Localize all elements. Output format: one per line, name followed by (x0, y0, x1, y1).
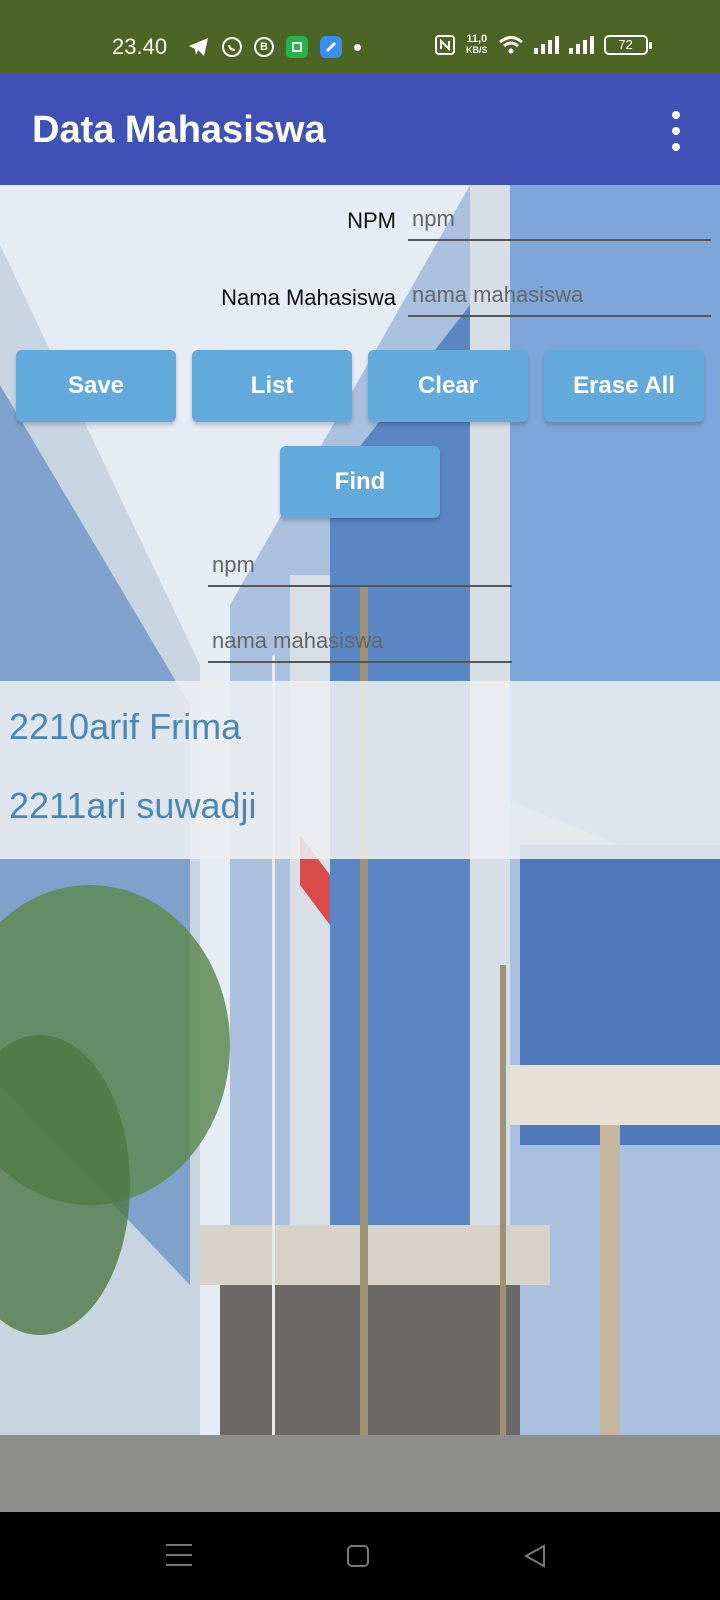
system-icons: 11,0 KB/S 72 (434, 34, 652, 56)
status-time: 23.40 (112, 34, 168, 59)
nama-mahasiswa-label: Nama Mahasiswa (221, 285, 396, 310)
app-bar: Data Mahasiswa (0, 73, 720, 185)
clear-button[interactable]: Clear (368, 350, 528, 422)
app-blue-icon (320, 36, 342, 58)
find-nama-mahasiswa-input[interactable] (208, 621, 512, 663)
back-icon[interactable] (522, 1543, 548, 1569)
telegram-icon (188, 36, 210, 58)
navigation-bar (0, 1512, 720, 1600)
network-speed: 11,0 KB/S (466, 34, 488, 56)
home-icon[interactable] (347, 1545, 369, 1567)
save-button[interactable]: Save (16, 350, 176, 422)
nama-mahasiswa-input[interactable] (408, 275, 711, 317)
app-title: Data Mahasiswa (32, 109, 326, 151)
list-item[interactable]: 2211ari suwadji (9, 785, 256, 827)
list-item[interactable]: 2210arif Frima (9, 706, 241, 748)
network-speed-value: 11,0 (466, 33, 488, 45)
whatsapp-icon (222, 37, 242, 57)
app-green-icon (286, 36, 308, 58)
erase-all-button[interactable]: Erase All (544, 350, 704, 422)
signal-icon (533, 36, 559, 54)
recent-apps-icon[interactable] (166, 1544, 192, 1566)
wifi-icon (498, 34, 524, 56)
notification-icons: B (188, 36, 361, 58)
signal-icon (568, 36, 594, 54)
student-list: 2210arif Frima 2211ari suwadji (0, 681, 720, 859)
status-bar: 23.40 B 11,0 KB/S 72 (0, 0, 720, 73)
overflow-menu-icon[interactable] (664, 111, 688, 151)
content-area: NPM Nama Mahasiswa Save List Clear Erase… (0, 185, 720, 1512)
nfc-icon (434, 34, 456, 56)
npm-label: NPM (347, 208, 396, 233)
network-speed-unit: KB/S (466, 45, 488, 55)
more-notifications-dot-icon (354, 43, 361, 51)
find-npm-input[interactable] (208, 545, 512, 587)
screen: 23.40 B 11,0 KB/S 72 Data Mahasiswa NPM … (0, 0, 720, 1600)
find-button[interactable]: Find (280, 446, 440, 518)
npm-input[interactable] (408, 199, 711, 241)
b-icon: B (254, 37, 274, 57)
list-button[interactable]: List (192, 350, 352, 422)
battery-icon: 72 (603, 35, 652, 55)
